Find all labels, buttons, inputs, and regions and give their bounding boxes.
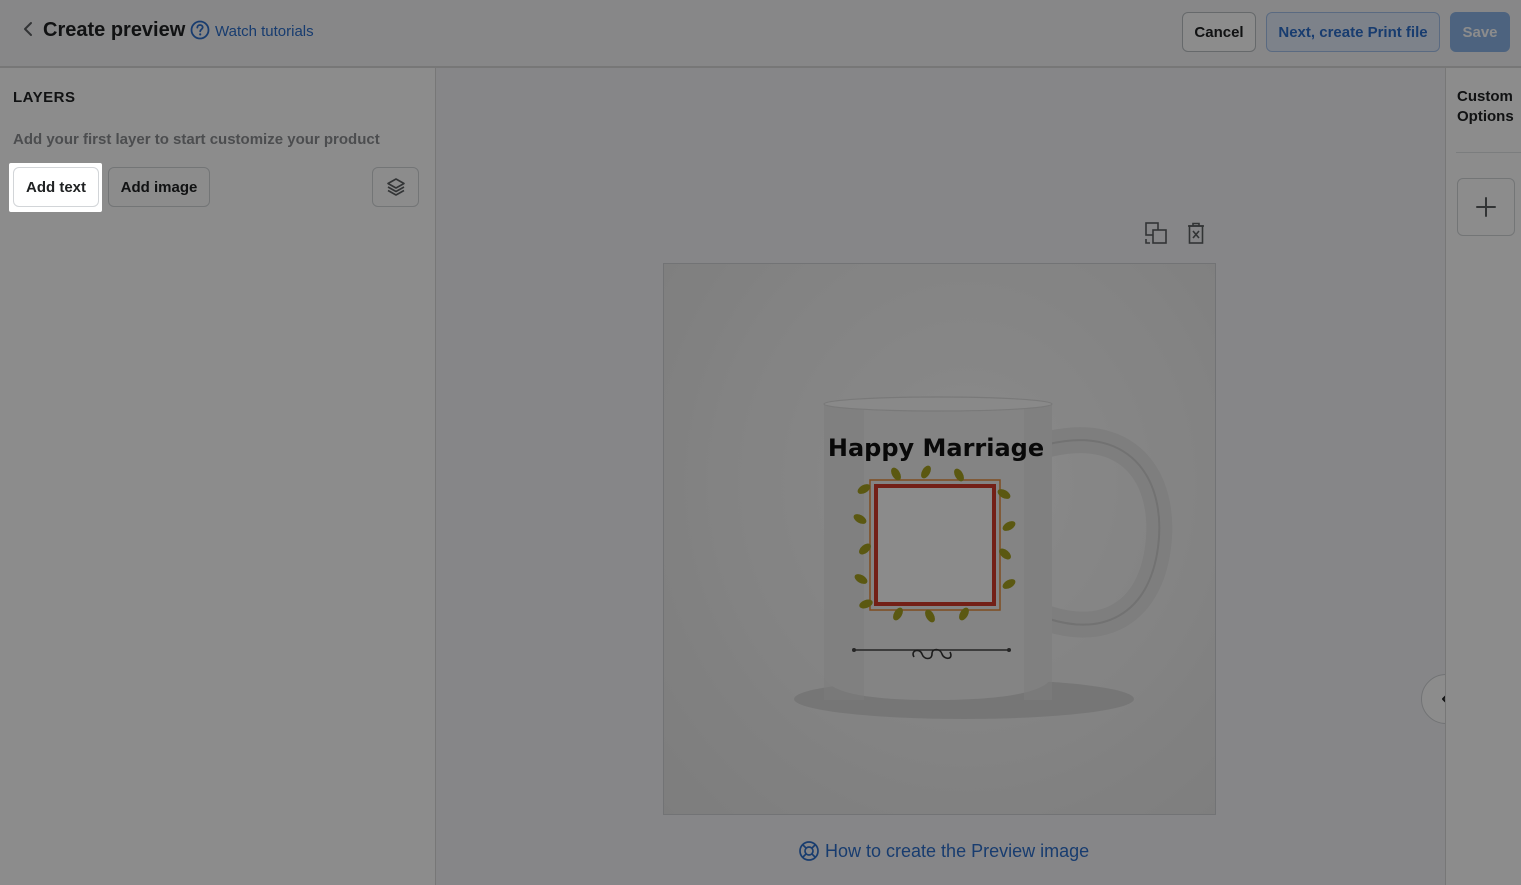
duplicate-icon[interactable] bbox=[1144, 221, 1168, 245]
add-custom-option-button[interactable] bbox=[1457, 178, 1515, 236]
layers-empty-hint: Add your first layer to start customize … bbox=[13, 131, 380, 148]
next-create-print-file-button[interactable]: Next, create Print file bbox=[1266, 12, 1440, 52]
top-bar: Create preview Watch tutorials Cancel Ne… bbox=[0, 0, 1521, 68]
canvas-area: Happy Marriage How to create the Preview… bbox=[436, 68, 1471, 885]
layers-title: LAYERS bbox=[13, 89, 76, 106]
layers-panel: LAYERS Add your first layer to start cus… bbox=[0, 68, 436, 885]
how-to-create-preview-link[interactable]: How to create the Preview image bbox=[825, 841, 1089, 862]
trash-icon[interactable] bbox=[1186, 221, 1206, 245]
product-preview-image[interactable]: Happy Marriage bbox=[663, 263, 1216, 815]
custom-options-panel: Custom Options bbox=[1445, 68, 1521, 885]
page-title: Create preview bbox=[43, 19, 186, 41]
preview-help[interactable]: How to create the Preview image bbox=[798, 840, 1089, 862]
mug-illustration: Happy Marriage bbox=[794, 396, 1173, 719]
save-button[interactable]: Save bbox=[1450, 12, 1510, 52]
mug-print-text: Happy Marriage bbox=[828, 434, 1044, 462]
custom-options-title: Custom Options bbox=[1457, 88, 1514, 125]
add-image-button[interactable]: Add image bbox=[108, 167, 210, 207]
divider bbox=[1456, 152, 1521, 153]
lifebuoy-icon bbox=[799, 841, 819, 861]
question-circle-icon[interactable] bbox=[190, 20, 210, 40]
watch-tutorials-link[interactable]: Watch tutorials bbox=[215, 23, 314, 40]
chevron-left-icon[interactable] bbox=[20, 20, 36, 38]
layers-stack-icon bbox=[386, 178, 405, 196]
plus-icon bbox=[1476, 197, 1496, 217]
layers-toggle-button[interactable] bbox=[372, 167, 419, 207]
add-text-button[interactable]: Add text bbox=[13, 167, 99, 207]
cancel-button[interactable]: Cancel bbox=[1182, 12, 1256, 52]
